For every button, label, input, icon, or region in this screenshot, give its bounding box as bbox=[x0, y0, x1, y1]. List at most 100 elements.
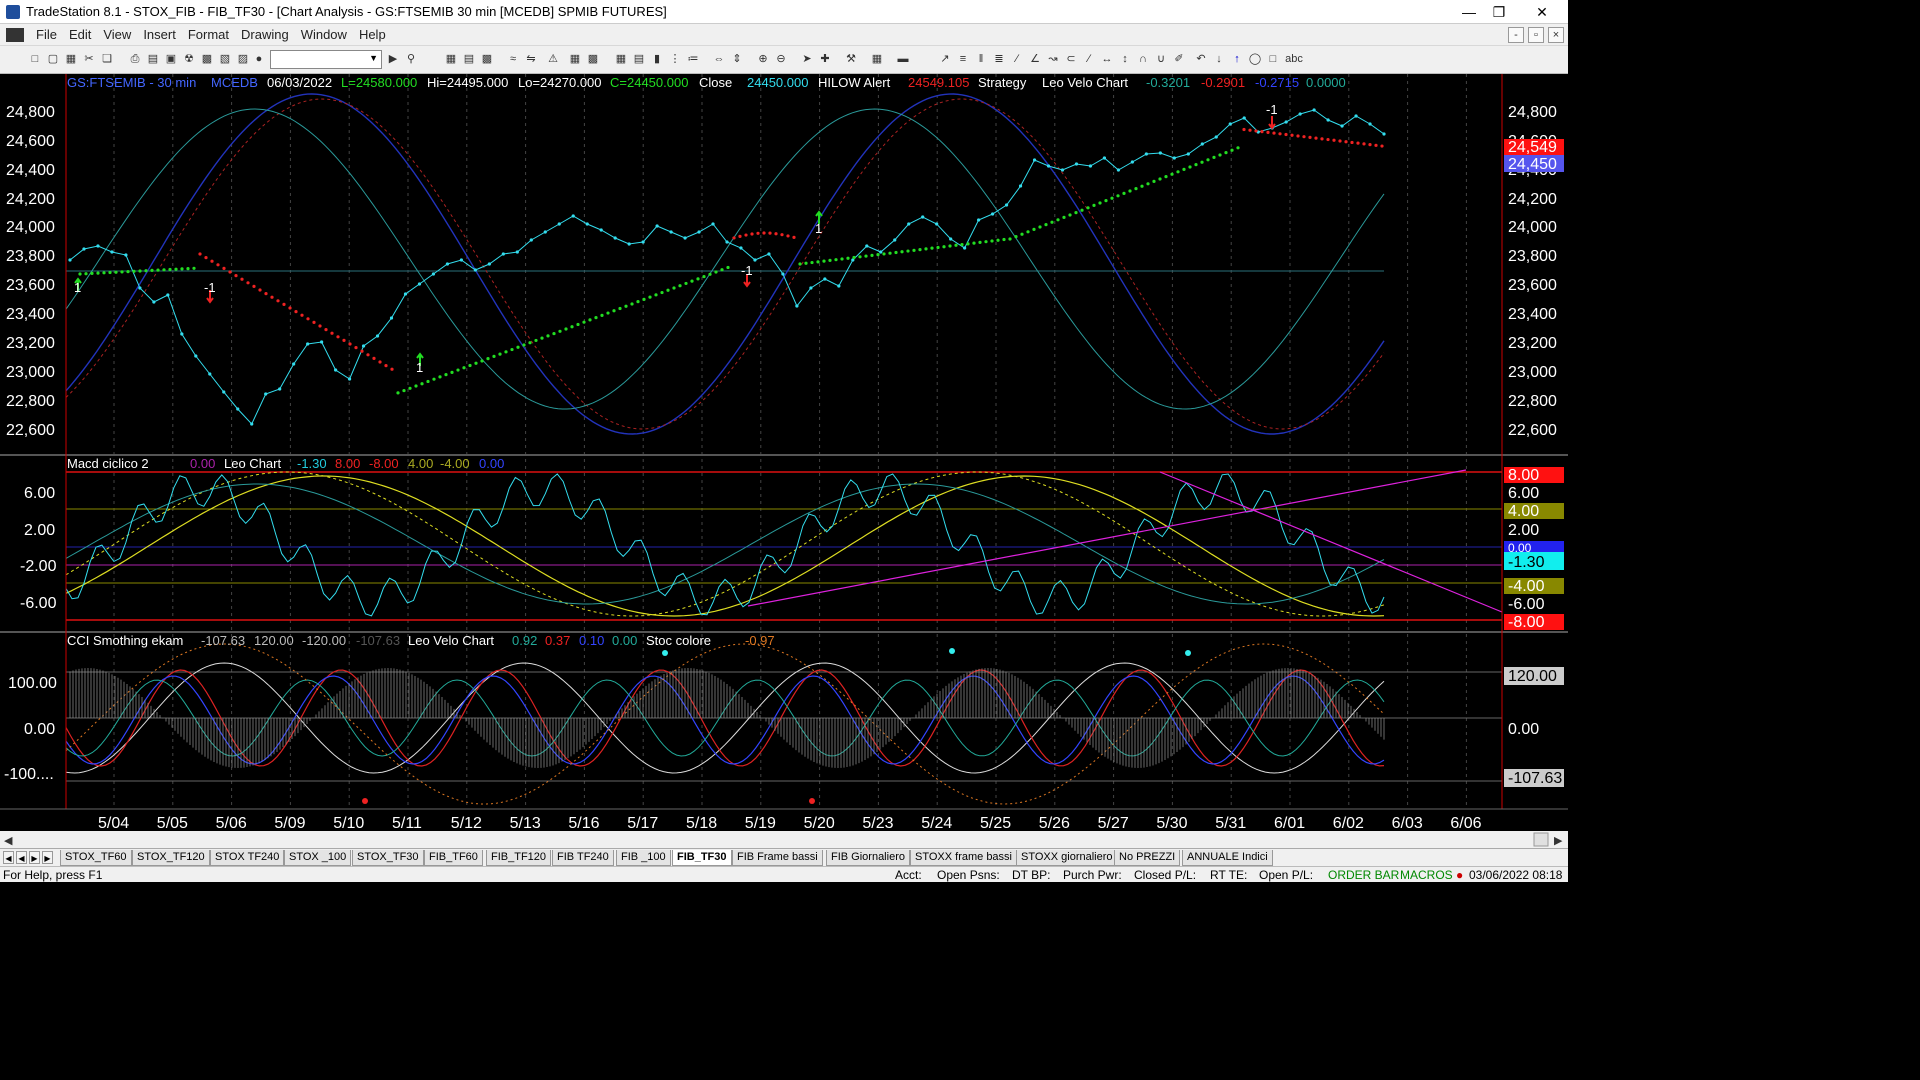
regression-icon[interactable]: ∕ bbox=[1082, 52, 1096, 66]
alert-icon[interactable]: ⚠ bbox=[546, 52, 560, 66]
chart-svg[interactable]: GS:FTSEMIB - 30 min MCEDB 06/03/2022 L=2… bbox=[0, 74, 1568, 848]
tab-fib-frame-bassi[interactable]: FIB Frame bassi bbox=[732, 850, 823, 866]
menu-insert[interactable]: Insert bbox=[137, 27, 182, 42]
trendline-icon[interactable]: ↗ bbox=[938, 52, 952, 66]
hammer-icon[interactable]: ⚒ bbox=[844, 52, 858, 66]
hot-icon[interactable]: ● bbox=[252, 52, 266, 66]
workspace-icon[interactable]: ▩ bbox=[586, 52, 600, 66]
copy-icon[interactable]: ❏ bbox=[100, 52, 114, 66]
insert-radar-icon[interactable]: ▤ bbox=[462, 52, 476, 66]
insert-chart-icon[interactable]: ▦ bbox=[444, 52, 458, 66]
tab-stox-tf30[interactable]: STOX_TF30 bbox=[352, 850, 424, 866]
object-icon[interactable]: ▦ bbox=[870, 52, 884, 66]
tab-fib-tf240[interactable]: FIB TF240 bbox=[552, 850, 614, 866]
symbol-search-icon[interactable]: ⚲ bbox=[404, 52, 418, 66]
menu-view[interactable]: View bbox=[97, 27, 137, 42]
save-icon[interactable]: ▦ bbox=[64, 52, 78, 66]
ohlc-icon[interactable]: ≔ bbox=[686, 52, 700, 66]
scroll-thumb[interactable] bbox=[1533, 832, 1549, 847]
mdi-minimize-button[interactable]: - bbox=[1508, 27, 1524, 43]
tab-fib-100[interactable]: FIB _100 bbox=[616, 850, 671, 866]
tab-fib-tf120[interactable]: FIB_TF120 bbox=[486, 850, 552, 866]
tab-stox-tf60[interactable]: STOX_TF60 bbox=[60, 850, 132, 866]
format-icon[interactable]: ▦ bbox=[568, 52, 582, 66]
scroll-right-icon[interactable]: ▶ bbox=[1554, 835, 1563, 847]
freehand-icon[interactable]: ↶ bbox=[1194, 52, 1208, 66]
tab-annuale-indici[interactable]: ANNUALE Indici bbox=[1182, 850, 1273, 866]
mdi-restore-button[interactable]: ▫ bbox=[1528, 27, 1544, 43]
speed-line-icon[interactable]: ↝ bbox=[1046, 52, 1060, 66]
go-icon[interactable]: ▶ bbox=[386, 52, 400, 66]
hline-icon[interactable]: ≡ bbox=[956, 52, 970, 66]
tab-stoxx-giornaliero[interactable]: STOXX giornaliero bbox=[1016, 850, 1118, 866]
print-preview-icon[interactable]: ▤ bbox=[146, 52, 160, 66]
arc-icon[interactable]: ∩ bbox=[1136, 52, 1150, 66]
tab-prev-icon[interactable]: ◀ bbox=[16, 851, 27, 864]
arrow-up-icon[interactable]: ↑ bbox=[1230, 52, 1244, 66]
minimize-button[interactable]: — bbox=[1452, 0, 1486, 24]
vline-icon[interactable]: ‖ bbox=[974, 52, 988, 66]
ellipse-icon[interactable]: ◯ bbox=[1248, 52, 1262, 66]
chevron-down-icon[interactable]: ▼ bbox=[369, 53, 378, 63]
compress-icon[interactable]: ⇔ bbox=[712, 52, 726, 66]
data-window-icon[interactable]: ▨ bbox=[236, 52, 250, 66]
rectangle-icon[interactable]: □ bbox=[1266, 52, 1280, 66]
tab-next-icon[interactable]: ▶ bbox=[29, 851, 40, 864]
tab-fib-giornaliero[interactable]: FIB Giornaliero bbox=[826, 850, 910, 866]
symbol-combo[interactable]: ▼ bbox=[270, 50, 382, 69]
print-icon[interactable]: ⎙ bbox=[128, 52, 142, 66]
eraser-icon[interactable]: ▬ bbox=[896, 52, 910, 66]
macro-icon[interactable]: ▩ bbox=[200, 52, 214, 66]
tab-fib-tf30[interactable]: FIB_TF30 bbox=[672, 850, 732, 866]
zoom-out-icon[interactable]: ⊖ bbox=[774, 52, 788, 66]
tab-stox-100[interactable]: STOX _100 bbox=[284, 850, 352, 866]
strategy-icon[interactable]: ⇋ bbox=[524, 52, 538, 66]
indicator-icon[interactable]: ≈ bbox=[506, 52, 520, 66]
andrews-icon[interactable]: ⊂ bbox=[1064, 52, 1078, 66]
menu-help[interactable]: Help bbox=[353, 27, 392, 42]
channel-icon[interactable]: ∕ bbox=[1010, 52, 1024, 66]
horizontal-scrollbar[interactable] bbox=[0, 831, 1568, 848]
chart-area[interactable]: GS:FTSEMIB - 30 min MCEDB 06/03/2022 L=2… bbox=[0, 74, 1568, 848]
tab-stox-tf240[interactable]: STOX TF240 bbox=[210, 850, 285, 866]
line-chart-icon[interactable]: ⋮ bbox=[668, 52, 682, 66]
tab-stox-tf120[interactable]: STOX_TF120 bbox=[132, 850, 210, 866]
scroll-left-icon[interactable]: ◀ bbox=[4, 835, 13, 847]
zoom-bars-icon[interactable]: ▦ bbox=[614, 52, 628, 66]
tab-first-icon[interactable]: ◀ bbox=[3, 851, 14, 864]
fib-icon[interactable]: ≣ bbox=[992, 52, 1006, 66]
arrow-down-icon[interactable]: ↓ bbox=[1212, 52, 1226, 66]
menu-file[interactable]: File bbox=[30, 27, 63, 42]
insert-matrix-icon[interactable]: ▩ bbox=[480, 52, 494, 66]
status-macros[interactable]: MACROS bbox=[1400, 868, 1453, 882]
crosshair-icon[interactable]: ✚ bbox=[818, 52, 832, 66]
mdi-close-button[interactable]: × bbox=[1548, 27, 1564, 43]
horizontal-arrow-icon[interactable]: ↔ bbox=[1100, 52, 1114, 66]
gann-icon[interactable]: ∠ bbox=[1028, 52, 1042, 66]
cut-icon[interactable]: ✂ bbox=[82, 52, 96, 66]
tab-no-prezzi[interactable]: No PREZZI bbox=[1114, 850, 1181, 866]
text-tool-button[interactable]: abc bbox=[1284, 52, 1304, 66]
new-icon[interactable]: □ bbox=[28, 52, 42, 66]
close-button[interactable]: ✕ bbox=[1522, 0, 1562, 24]
save-workspace-icon[interactable]: ▣ bbox=[164, 52, 178, 66]
menu-drawing[interactable]: Drawing bbox=[235, 27, 295, 42]
candle-icon[interactable]: ▤ bbox=[632, 52, 646, 66]
report-icon[interactable]: ▧ bbox=[218, 52, 232, 66]
open-icon[interactable]: ▢ bbox=[46, 52, 60, 66]
bar-chart-icon[interactable]: ▮ bbox=[650, 52, 664, 66]
tab-stoxx-frame-bassi[interactable]: STOXX frame bassi bbox=[910, 850, 1017, 866]
tab-last-icon[interactable]: ▶ bbox=[42, 851, 53, 864]
pointer-icon[interactable]: ➤ bbox=[800, 52, 814, 66]
restore-button[interactable]: ❐ bbox=[1482, 0, 1516, 24]
expand-icon[interactable]: ⇕ bbox=[730, 52, 744, 66]
menu-edit[interactable]: Edit bbox=[63, 27, 97, 42]
cycle-icon[interactable]: ∪ bbox=[1154, 52, 1168, 66]
status-order-bar[interactable]: ORDER BAR bbox=[1328, 868, 1399, 882]
menu-format[interactable]: Format bbox=[182, 27, 235, 42]
pen-icon[interactable]: ✐ bbox=[1172, 52, 1186, 66]
tab-fib-tf60[interactable]: FIB_TF60 bbox=[424, 850, 483, 866]
lock-icon[interactable]: ☢ bbox=[182, 52, 196, 66]
menu-window[interactable]: Window bbox=[295, 27, 353, 42]
zoom-in-icon[interactable]: ⊕ bbox=[756, 52, 770, 66]
